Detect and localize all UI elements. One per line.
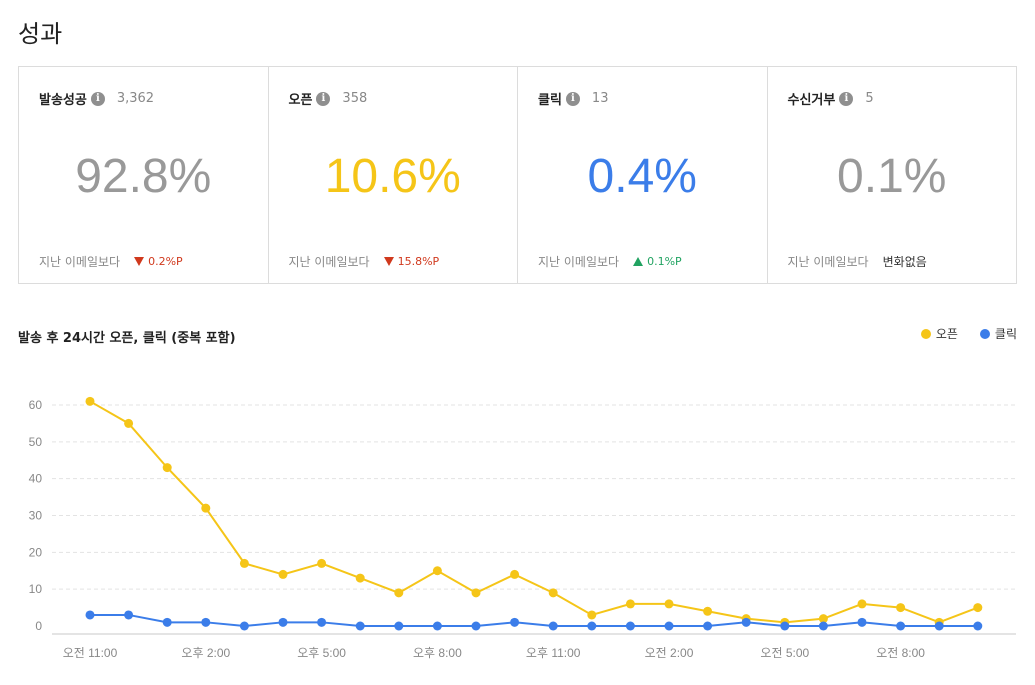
data-point xyxy=(510,569,520,579)
data-point xyxy=(201,617,211,627)
data-point xyxy=(703,606,713,616)
x-tick-label: 오전 8:00 xyxy=(876,646,925,660)
data-point xyxy=(780,621,790,631)
data-point xyxy=(124,418,134,428)
series-line xyxy=(90,613,978,628)
data-point xyxy=(471,588,481,598)
data-point xyxy=(857,599,867,609)
y-tick-label: 40 xyxy=(29,472,43,486)
data-point xyxy=(201,503,211,513)
x-tick-label: 오전 11:00 xyxy=(63,646,118,660)
data-point xyxy=(355,621,365,631)
data-point xyxy=(703,621,713,631)
data-point xyxy=(664,599,674,609)
data-point xyxy=(934,621,944,631)
data-point xyxy=(587,610,597,620)
y-tick-label: 60 xyxy=(29,398,43,412)
data-point xyxy=(973,621,983,631)
x-tick-label: 오후 8:00 xyxy=(413,646,462,660)
data-point xyxy=(471,621,481,631)
data-point xyxy=(587,621,597,631)
data-point xyxy=(625,621,635,631)
x-tick-label: 오후 5:00 xyxy=(297,646,346,660)
data-point xyxy=(278,617,288,627)
data-point xyxy=(394,621,404,631)
x-tick-label: 오후 2:00 xyxy=(181,646,230,660)
data-point xyxy=(317,558,327,568)
data-point xyxy=(278,569,288,579)
data-point xyxy=(432,566,442,576)
data-point xyxy=(664,621,674,631)
data-point xyxy=(896,603,906,613)
data-point xyxy=(355,573,365,583)
y-tick-label: 0 xyxy=(35,619,42,633)
line-chart: 0 10 20 30 40 50 60 오전 11:00 오후 2:00 오후 5:00 오후 8:… xyxy=(29,396,1016,660)
data-point xyxy=(239,558,249,568)
data-point xyxy=(85,610,95,620)
data-point xyxy=(896,621,906,631)
y-tick-label: 50 xyxy=(29,435,43,449)
data-point xyxy=(239,621,249,631)
data-point xyxy=(162,463,172,473)
x-tick-label: 오전 2:00 xyxy=(645,646,694,660)
data-point xyxy=(394,588,404,598)
data-point xyxy=(162,617,172,627)
data-point xyxy=(432,621,442,631)
data-point xyxy=(124,610,134,620)
data-point xyxy=(973,603,983,613)
x-tick-label: 오후 11:00 xyxy=(526,646,581,660)
data-point xyxy=(818,621,828,631)
y-tick-label: 10 xyxy=(29,582,43,596)
y-tick-label: 30 xyxy=(29,509,43,523)
data-point xyxy=(510,617,520,627)
data-point xyxy=(857,617,867,627)
data-point xyxy=(625,599,635,609)
data-point xyxy=(548,621,558,631)
data-point xyxy=(85,396,95,406)
x-tick-label: 오전 5:00 xyxy=(760,646,809,660)
data-point xyxy=(317,617,327,627)
data-point xyxy=(548,588,558,598)
data-point xyxy=(741,617,751,627)
y-tick-label: 20 xyxy=(29,545,43,559)
